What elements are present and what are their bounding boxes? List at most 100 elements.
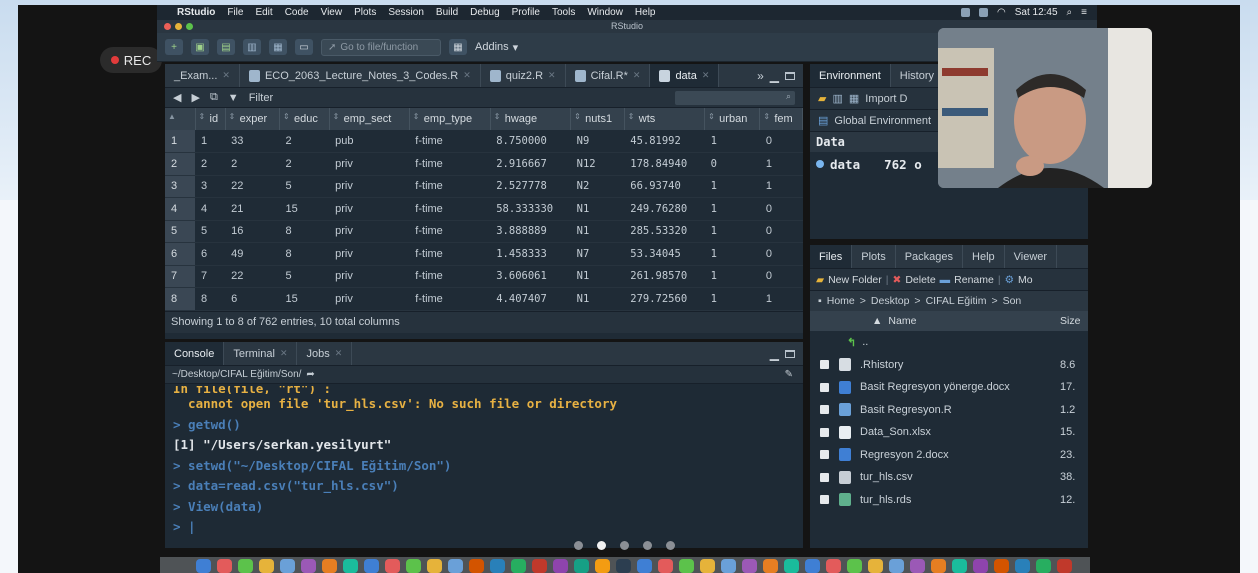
dock-app-icon[interactable] [658,559,673,573]
tab-packages[interactable]: Packages [896,245,964,268]
close-icon[interactable]: ✕ [335,348,343,359]
menu-app-name[interactable]: RStudio [177,7,215,18]
expand-dataframe-icon[interactable] [816,160,824,168]
dock-app-icon[interactable] [742,559,757,573]
menu-profile[interactable]: Profile [512,7,540,18]
clear-console-icon[interactable]: ✎ [785,369,793,380]
dock-app-icon[interactable] [763,559,778,573]
dock-app-icon[interactable] [616,559,631,573]
dock-app-icon[interactable] [490,559,505,573]
go-to-dir-icon[interactable]: ➦ [306,369,314,380]
dock-app-icon[interactable] [721,559,736,573]
dock-app-icon[interactable] [322,559,337,573]
close-icon[interactable]: ✕ [548,70,556,81]
dock-app-icon[interactable] [1015,559,1030,573]
column-header[interactable]: ⇕ id [195,108,226,130]
dock-app-icon[interactable] [385,559,400,573]
new-project-icon[interactable]: ▣ [191,39,209,55]
breadcrumb-desktop[interactable]: Desktop [871,295,910,307]
dock-app-icon[interactable] [364,559,379,573]
dock-app-icon[interactable] [217,559,232,573]
breadcrumb-cifal[interactable]: CIFAL Eğitim [926,295,987,307]
file-checkbox[interactable] [820,427,829,437]
dock-app-icon[interactable] [700,559,715,573]
menu-window[interactable]: Window [587,7,623,18]
tab-files[interactable]: Files [810,245,853,268]
row-number-header[interactable]: ▲ [165,108,196,130]
control-center-icon[interactable]: ≡ [1081,7,1087,18]
dock-app-icon[interactable] [826,559,841,573]
dock-app-icon[interactable] [931,559,946,573]
dock-app-icon[interactable] [532,559,547,573]
breadcrumb-home[interactable]: Home [827,295,855,307]
close-icon[interactable]: ✕ [280,348,288,359]
maximize-pane-icon[interactable] [785,71,795,80]
dock-app-icon[interactable] [427,559,442,573]
column-header[interactable]: ⇕ urban [704,108,761,130]
dock-app-icon[interactable] [301,559,316,573]
console-output[interactable]: In file(file, "rt") : cannot open file '… [165,384,803,540]
table-row[interactable]: 4 4 21 15 priv f-time 58.333330 N1 249.76280 1 0 [165,197,803,221]
menu-build[interactable]: Build [436,7,458,18]
clock[interactable]: Sat 12:45 [1015,7,1058,18]
delete-button[interactable]: Delete [905,274,935,286]
dock-app-icon[interactable] [910,559,925,573]
table-row[interactable]: 6 6 49 8 priv f-time 1.458333 N7 53.34045 1 0 [165,242,803,266]
dock-app-icon[interactable] [574,559,589,573]
tab-plots[interactable]: Plots [852,245,896,268]
menu-help[interactable]: Help [635,7,656,18]
maximize-pane-icon[interactable] [785,349,795,358]
file-row[interactable]: Basit Regresyon.R 1.2 [810,399,1088,422]
column-header[interactable]: ⇕ nuts1 [570,108,625,130]
file-checkbox[interactable] [820,472,829,482]
file-row[interactable]: tur_hls.csv 38. [810,466,1088,489]
tab-eco-lecture-notes[interactable]: ECO_2063_Lecture_Notes_3_Codes.R ✕ [240,64,481,87]
dock-app-icon[interactable] [889,559,904,573]
column-header[interactable]: ⇕ emp_sect [329,108,410,130]
tab-help[interactable]: Help [963,245,1005,268]
menu-view[interactable]: View [321,7,343,18]
table-row[interactable]: 5 5 16 8 priv f-time 3.888889 N1 285.53320 1 0 [165,220,803,243]
close-icon[interactable]: ✕ [633,70,641,81]
file-name[interactable]: Regresyon 2.docx [860,449,949,461]
column-header[interactable]: ⇕ emp_type [409,108,491,130]
go-to-file-input[interactable]: ➚ Go to file/function [321,38,441,56]
tab-viewer[interactable]: Viewer [1005,245,1058,268]
column-header[interactable]: ⇕ hwage [490,108,572,130]
file-name[interactable]: Data_Son.xlsx [860,426,931,438]
dock-app-icon[interactable] [868,559,883,573]
page-dot[interactable] [574,541,583,550]
spotlight-search-icon[interactable]: ⌕ [1067,7,1073,18]
dock-app-icon[interactable] [469,559,484,573]
table-row[interactable]: 2 2 2 2 priv f-time 2.916667 N12 178.84940 0 1 [165,152,803,176]
menu-plots[interactable]: Plots [354,7,376,18]
dock-app-icon[interactable] [448,559,463,573]
file-name[interactable]: tur_hls.rds [860,494,911,506]
tab-jobs[interactable]: Jobs ✕ [297,342,353,365]
menu-session[interactable]: Session [388,7,424,18]
load-workspace-icon[interactable]: ▰ [818,92,826,105]
dock-app-icon[interactable] [1057,559,1072,573]
workspace-panes-icon[interactable]: ▦ [449,39,467,55]
tab-quiz2[interactable]: quiz2.R ✕ [481,64,566,87]
dock-app-icon[interactable] [637,559,652,573]
save-workspace-icon[interactable]: ▥ [832,92,842,105]
menu-file[interactable]: File [227,7,243,18]
file-row[interactable]: .Rhistory 8.6 [810,354,1088,377]
data-search-input[interactable]: ⌕ [675,90,795,105]
file-row[interactable]: tur_hls.rds 12. [810,489,1088,512]
filter-button[interactable]: Filter [249,92,273,104]
table-row[interactable]: 1 1 33 2 pub f-time 8.750000 N9 45.81992 1 0 [165,130,803,153]
more-button[interactable]: Mo [1018,274,1033,286]
dock-app-icon[interactable] [952,559,967,573]
file-checkbox[interactable] [820,450,829,460]
dock-app-icon[interactable] [196,559,211,573]
page-dot[interactable] [597,541,606,550]
column-header[interactable]: ⇕ exper [225,108,280,130]
column-header[interactable]: ⇕ wts [624,108,706,130]
file-checkbox[interactable] [820,360,829,370]
dock-app-icon[interactable] [1036,559,1051,573]
dock-app-icon[interactable] [994,559,1009,573]
tab-environment[interactable]: Environment [810,64,891,87]
dock-app-icon[interactable] [259,559,274,573]
